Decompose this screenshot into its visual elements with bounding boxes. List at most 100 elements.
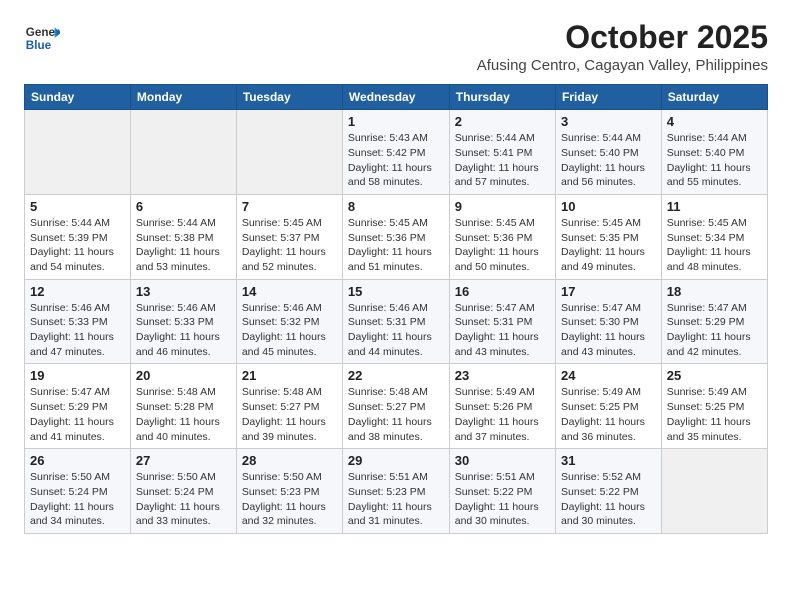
table-row: 1Sunrise: 5:43 AM Sunset: 5:42 PM Daylig…	[342, 110, 449, 195]
day-info: Sunrise: 5:49 AM Sunset: 5:26 PM Dayligh…	[455, 385, 550, 444]
day-number: 2	[455, 114, 550, 129]
calendar-week-row: 19 Sunrise: 5:47 AM Sunset: 5:29 PM Dayli…	[25, 364, 768, 449]
table-row	[236, 110, 342, 195]
day-info: Sunrise: 5:45 AM Sunset: 5:36 PM Dayligh…	[348, 216, 444, 275]
day-number: 23	[455, 368, 550, 383]
table-row: 29Sunrise: 5:51 AM Sunset: 5:23 PM Dayli…	[342, 449, 449, 534]
day-info: Sunrise: 5:44 AM Sunset: 5:40 PM Dayligh…	[561, 131, 656, 190]
table-row: 6Sunrise: 5:44 AM Sunset: 5:38 PM Daylig…	[130, 194, 236, 279]
day-info: Sunrise: 5:44 AM Sunset: 5:39 PM Dayligh…	[30, 216, 125, 275]
table-row: 19 Sunrise: 5:47 AM Sunset: 5:29 PM Dayli…	[25, 364, 131, 449]
header-thursday: Thursday	[449, 85, 555, 110]
table-row	[25, 110, 131, 195]
table-row: 21Sunrise: 5:48 AM Sunset: 5:27 PM Dayli…	[236, 364, 342, 449]
day-info: Sunrise: 5:43 AM Sunset: 5:42 PM Dayligh…	[348, 131, 444, 190]
day-info: Sunrise: 5:45 AM Sunset: 5:35 PM Dayligh…	[561, 216, 656, 275]
header-wednesday: Wednesday	[342, 85, 449, 110]
day-info: Sunrise: 5:50 AM Sunset: 5:23 PM Dayligh…	[242, 470, 337, 529]
table-row: 24Sunrise: 5:49 AM Sunset: 5:25 PM Dayli…	[556, 364, 662, 449]
day-info: Sunrise: 5:44 AM Sunset: 5:38 PM Dayligh…	[136, 216, 231, 275]
table-row: 22 Sunrise: 5:48 AM Sunset: 5:27 PM Dayli…	[342, 364, 449, 449]
day-number: 7	[242, 199, 337, 214]
table-row: 25 Sunrise: 5:49 AM Sunset: 5:25 PM Dayli…	[661, 364, 767, 449]
table-row: 26 Sunrise: 5:50 AM Sunset: 5:24 PM Dayli…	[25, 449, 131, 534]
table-row: 3 Sunrise: 5:44 AM Sunset: 5:40 PM Daylig…	[556, 110, 662, 195]
day-number: 4	[667, 114, 762, 129]
day-number: 19	[30, 368, 125, 383]
table-row: 5 Sunrise: 5:44 AM Sunset: 5:39 PM Daylig…	[25, 194, 131, 279]
day-info: Sunrise: 5:46 AM Sunset: 5:33 PM Dayligh…	[136, 301, 231, 360]
day-info: Sunrise: 5:50 AM Sunset: 5:24 PM Dayligh…	[30, 470, 125, 529]
table-row: 23 Sunrise: 5:49 AM Sunset: 5:26 PM Dayli…	[449, 364, 555, 449]
table-row: 28 Sunrise: 5:50 AM Sunset: 5:23 PM Dayli…	[236, 449, 342, 534]
day-info: Sunrise: 5:51 AM Sunset: 5:22 PM Dayligh…	[455, 470, 550, 529]
table-row: 11 Sunrise: 5:45 AM Sunset: 5:34 PM Dayli…	[661, 194, 767, 279]
table-row: 2Sunrise: 5:44 AM Sunset: 5:41 PM Daylig…	[449, 110, 555, 195]
header-friday: Friday	[556, 85, 662, 110]
table-row: 15 Sunrise: 5:46 AM Sunset: 5:31 PM Dayli…	[342, 279, 449, 364]
table-row	[130, 110, 236, 195]
day-number: 11	[667, 199, 762, 214]
title-block: October 2025 Afusing Centro, Cagayan Val…	[477, 20, 768, 74]
day-info: Sunrise: 5:47 AM Sunset: 5:30 PM Dayligh…	[561, 301, 656, 360]
day-info: Sunrise: 5:47 AM Sunset: 5:29 PM Dayligh…	[667, 301, 762, 360]
table-row: 16Sunrise: 5:47 AM Sunset: 5:31 PM Dayli…	[449, 279, 555, 364]
svg-text:Blue: Blue	[26, 39, 52, 52]
day-number: 25	[667, 368, 762, 383]
day-info: Sunrise: 5:48 AM Sunset: 5:28 PM Dayligh…	[136, 385, 231, 444]
day-info: Sunrise: 5:47 AM Sunset: 5:29 PM Dayligh…	[30, 385, 125, 444]
table-row: 31 Sunrise: 5:52 AM Sunset: 5:22 PM Dayli…	[556, 449, 662, 534]
table-row: 8 Sunrise: 5:45 AM Sunset: 5:36 PM Daylig…	[342, 194, 449, 279]
table-row: 20Sunrise: 5:48 AM Sunset: 5:28 PM Dayli…	[130, 364, 236, 449]
day-number: 17	[561, 284, 656, 299]
day-number: 15	[348, 284, 444, 299]
day-number: 10	[561, 199, 656, 214]
table-row: 4 Sunrise: 5:44 AM Sunset: 5:40 PM Daylig…	[661, 110, 767, 195]
day-info: Sunrise: 5:46 AM Sunset: 5:32 PM Dayligh…	[242, 301, 337, 360]
calendar-week-row: 1Sunrise: 5:43 AM Sunset: 5:42 PM Daylig…	[25, 110, 768, 195]
calendar-title: October 2025	[477, 20, 768, 55]
logo: General Blue	[24, 20, 64, 56]
day-info: Sunrise: 5:45 AM Sunset: 5:34 PM Dayligh…	[667, 216, 762, 275]
header-tuesday: Tuesday	[236, 85, 342, 110]
day-number: 22	[348, 368, 444, 383]
day-info: Sunrise: 5:49 AM Sunset: 5:25 PM Dayligh…	[667, 385, 762, 444]
header-saturday: Saturday	[661, 85, 767, 110]
table-row: 13 Sunrise: 5:46 AM Sunset: 5:33 PM Dayli…	[130, 279, 236, 364]
day-number: 14	[242, 284, 337, 299]
day-info: Sunrise: 5:45 AM Sunset: 5:36 PM Dayligh…	[455, 216, 550, 275]
day-info: Sunrise: 5:46 AM Sunset: 5:31 PM Dayligh…	[348, 301, 444, 360]
day-info: Sunrise: 5:50 AM Sunset: 5:24 PM Dayligh…	[136, 470, 231, 529]
day-info: Sunrise: 5:51 AM Sunset: 5:23 PM Dayligh…	[348, 470, 444, 529]
calendar-table: Sunday Monday Tuesday Wednesday Thursday…	[24, 84, 768, 534]
page-header: General Blue October 2025 Afusing Centro…	[24, 20, 768, 74]
day-number: 18	[667, 284, 762, 299]
calendar-week-row: 5 Sunrise: 5:44 AM Sunset: 5:39 PM Daylig…	[25, 194, 768, 279]
day-info: Sunrise: 5:52 AM Sunset: 5:22 PM Dayligh…	[561, 470, 656, 529]
table-row: 14 Sunrise: 5:46 AM Sunset: 5:32 PM Dayli…	[236, 279, 342, 364]
day-info: Sunrise: 5:49 AM Sunset: 5:25 PM Dayligh…	[561, 385, 656, 444]
day-number: 8	[348, 199, 444, 214]
day-number: 27	[136, 453, 231, 468]
day-number: 16	[455, 284, 550, 299]
calendar-week-row: 12 Sunrise: 5:46 AM Sunset: 5:33 PM Dayli…	[25, 279, 768, 364]
table-row: 7Sunrise: 5:45 AM Sunset: 5:37 PM Daylig…	[236, 194, 342, 279]
day-number: 13	[136, 284, 231, 299]
calendar-week-row: 26 Sunrise: 5:50 AM Sunset: 5:24 PM Dayli…	[25, 449, 768, 534]
day-number: 26	[30, 453, 125, 468]
day-number: 28	[242, 453, 337, 468]
table-row	[661, 449, 767, 534]
day-number: 21	[242, 368, 337, 383]
day-number: 12	[30, 284, 125, 299]
table-row: 10 Sunrise: 5:45 AM Sunset: 5:35 PM Dayli…	[556, 194, 662, 279]
day-number: 5	[30, 199, 125, 214]
day-info: Sunrise: 5:48 AM Sunset: 5:27 PM Dayligh…	[348, 385, 444, 444]
day-number: 30	[455, 453, 550, 468]
day-info: Sunrise: 5:46 AM Sunset: 5:33 PM Dayligh…	[30, 301, 125, 360]
table-row: 27 Sunrise: 5:50 AM Sunset: 5:24 PM Dayli…	[130, 449, 236, 534]
weekday-header-row: Sunday Monday Tuesday Wednesday Thursday…	[25, 85, 768, 110]
header-sunday: Sunday	[25, 85, 131, 110]
day-number: 31	[561, 453, 656, 468]
day-number: 3	[561, 114, 656, 129]
day-info: Sunrise: 5:44 AM Sunset: 5:40 PM Dayligh…	[667, 131, 762, 190]
